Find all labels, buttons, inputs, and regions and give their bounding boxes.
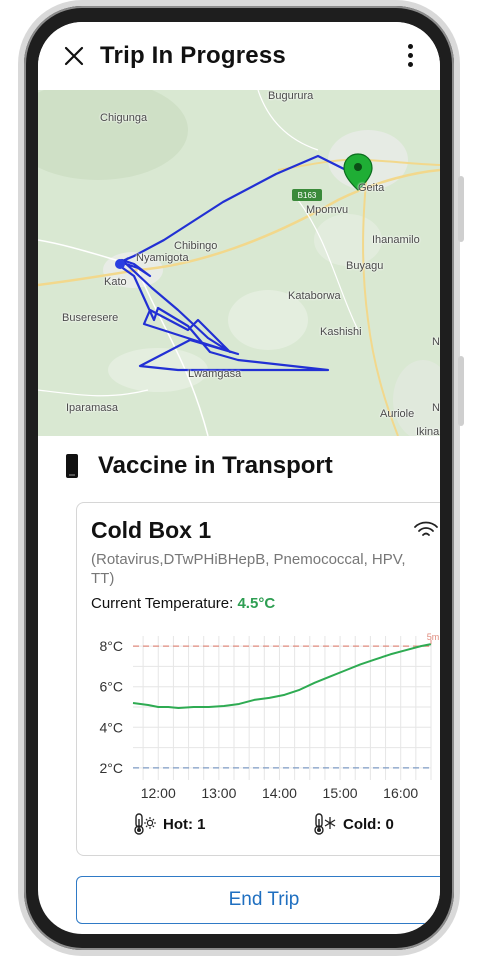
cold-count: Cold: 0 — [343, 815, 394, 833]
temperature-label: Current Temperature: — [91, 595, 238, 612]
temperature-chart: 2°C 4°C 6°C 8°C 12:00 13:00 14:00 15:00 16:00 5m — [100, 632, 440, 801]
y-tick-label: 2°C — [100, 760, 124, 776]
map-label: Chigunga — [100, 112, 148, 124]
thermometer-hot-icon — [134, 813, 156, 835]
current-temperature: Current Temperature: 4.5°C — [91, 595, 275, 612]
y-tick-label: 6°C — [100, 679, 124, 695]
alert-summary: Hot: 1 Cold: 0 — [77, 813, 440, 843]
close-icon[interactable] — [62, 44, 86, 68]
map-label: Auriole — [380, 408, 415, 420]
temperature-line — [132, 643, 432, 710]
x-tick-label: 15:00 — [323, 785, 358, 801]
map-label: Ny — [432, 402, 440, 414]
map-label: Ihanamilo — [372, 234, 420, 246]
map-label: Kashishi — [320, 326, 362, 338]
temperature-value: 4.5°C — [237, 595, 276, 612]
map-label: Ikina — [416, 426, 440, 436]
section-title-text: Vaccine in Transport — [98, 452, 333, 479]
map-label: Buseresere — [62, 312, 119, 324]
map-label: Iparamasa — [66, 402, 118, 414]
app-screen: Trip In Progress B163 Bugurura Chigunga … — [38, 22, 440, 934]
start-marker — [115, 259, 125, 269]
vaccine-list: (Rotavirus,DTwPHiBHepB, Pnemococcal, HPV… — [91, 551, 406, 587]
map-label: Lwamgasa — [188, 368, 242, 380]
map-label: Bugurura — [268, 90, 314, 102]
road-shield: B163 — [298, 191, 317, 200]
trip-map[interactable]: B163 Bugurura Chigunga Geita Mpomvu Ihan… — [38, 90, 440, 436]
x-tick-label: 16:00 — [383, 785, 418, 801]
map-label: Kato — [104, 276, 127, 288]
top-app-bar: Trip In Progress — [38, 22, 440, 90]
volume-button — [458, 176, 464, 242]
page-title: Trip In Progress — [100, 42, 286, 69]
more-options-icon[interactable] — [408, 44, 414, 68]
wifi-icon — [414, 521, 438, 536]
cold-box-name: Cold Box 1 — [91, 517, 212, 543]
phone-frame: Trip In Progress B163 Bugurura Chigunga … — [24, 6, 464, 950]
cold-alert: Cold: 0 — [313, 813, 394, 835]
x-tick-label: 12:00 — [141, 785, 176, 801]
y-tick-label: 8°C — [100, 638, 124, 654]
hot-count: Hot: 1 — [163, 815, 206, 833]
end-trip-button[interactable]: End Trip — [76, 876, 440, 924]
device-icon — [66, 454, 78, 478]
thermometer-cold-icon — [314, 813, 336, 835]
section-title: Vaccine in Transport — [66, 452, 333, 480]
map-label: Geita — [358, 182, 385, 194]
cold-box-card[interactable]: Cold Box 1 (Rotavirus,DTwPHiBHepB, Pnemo… — [76, 502, 440, 856]
map-label: Chibingo — [174, 240, 218, 252]
x-tick-label: 13:00 — [201, 785, 236, 801]
power-button — [458, 356, 464, 426]
hot-alert: Hot: 1 — [133, 813, 206, 835]
map-label: Nyamigota — [136, 252, 189, 264]
map-label: Mpomvu — [306, 204, 349, 216]
y-tick-label: 4°C — [100, 719, 124, 735]
x-tick-label: 14:00 — [262, 785, 297, 801]
map-label: Buyagu — [346, 260, 384, 272]
latest-marker-label: 5m — [427, 632, 440, 642]
map-label: Ny — [432, 336, 440, 348]
map-label: Kataborwa — [288, 290, 341, 302]
